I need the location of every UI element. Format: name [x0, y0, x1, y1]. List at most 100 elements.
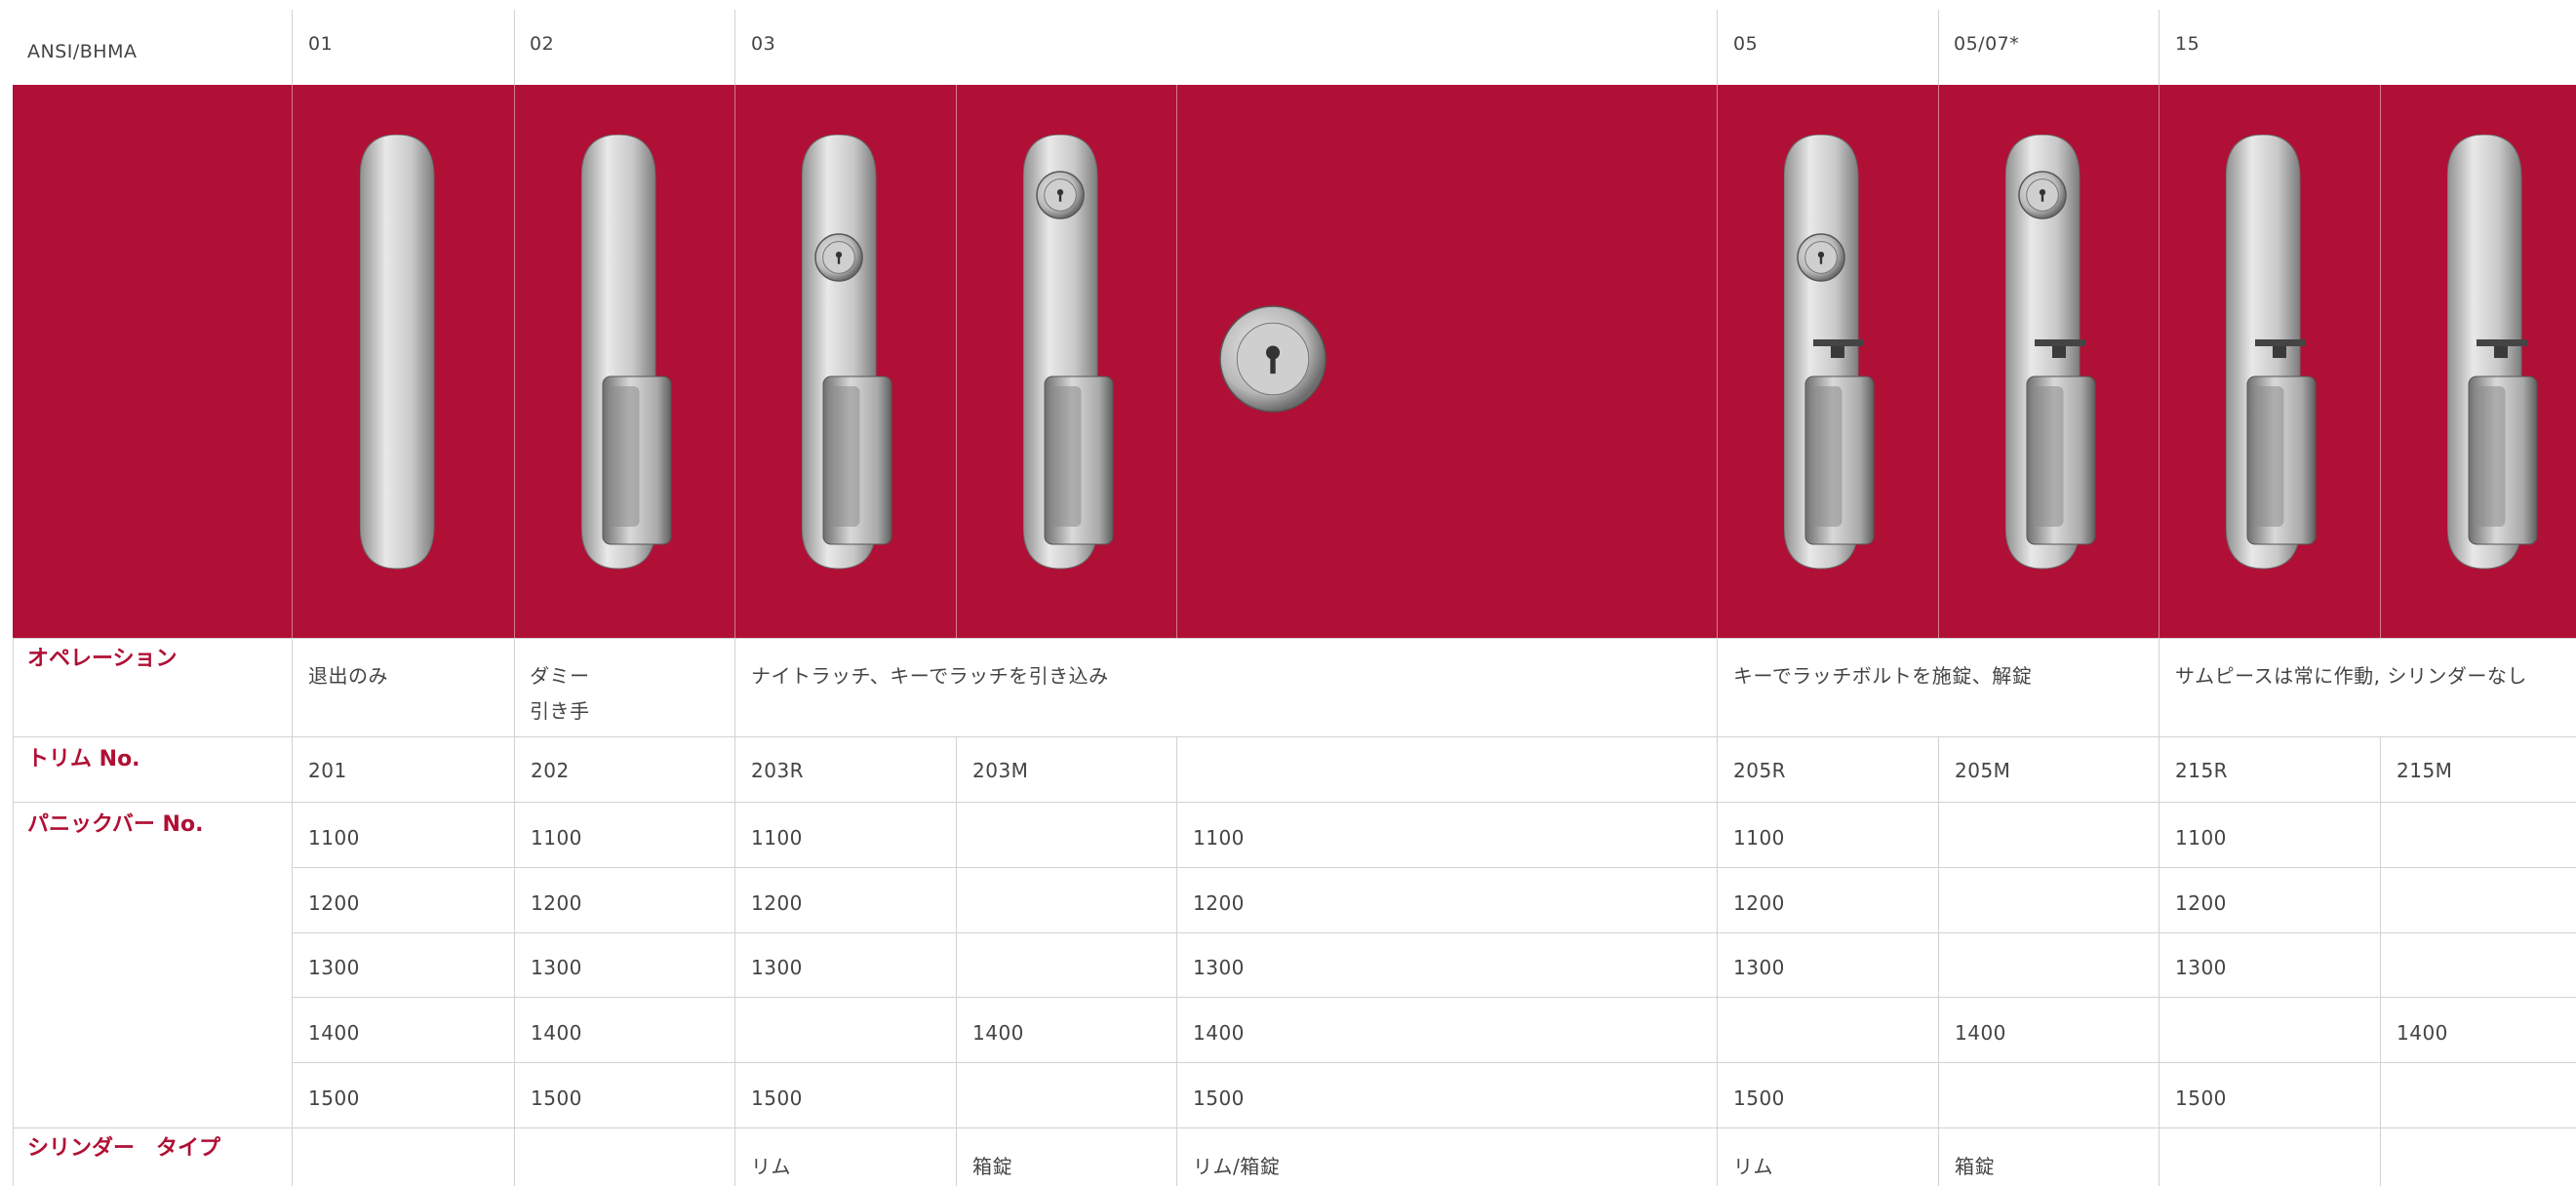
panic-bar-cell: 1200	[1193, 891, 1245, 915]
trim-number-cell: 203M	[972, 759, 1029, 782]
cylinder-thumbturn-pull-icon	[1784, 135, 1875, 570]
band-divider	[292, 85, 293, 638]
trim-number-cell: 215M	[2397, 759, 2453, 782]
grid-horizontal-rule	[13, 638, 2576, 639]
grid-horizontal-rule	[13, 736, 2576, 737]
code-03: 03	[751, 33, 776, 55]
grid-vertical-rule	[2159, 638, 2160, 1186]
ansi-header: ANSI/BHMA	[27, 41, 138, 62]
grid-horizontal-rule	[292, 867, 2576, 868]
plain-pull-plate-icon	[360, 135, 435, 570]
panic-bar-cell: 1500	[308, 1087, 360, 1110]
trim-number-cell: 202	[531, 759, 570, 782]
grid-vertical-rule	[1938, 10, 1939, 85]
cylinder-type-cell: 箱錠	[972, 1155, 1012, 1178]
code-05: 05	[1733, 33, 1759, 55]
panic-bar-cell: 1200	[2175, 891, 2227, 915]
panic-bar-cell: 1500	[531, 1087, 582, 1110]
panic-bar-cell: 1500	[1193, 1087, 1245, 1110]
cylinder-type-cell: リム	[751, 1155, 791, 1178]
code-15: 15	[2175, 33, 2200, 55]
panic-bar-cell: 1400	[308, 1021, 360, 1045]
operation-02-line1: ダミー	[530, 664, 590, 688]
panic-bar-cell: 1100	[531, 826, 582, 850]
cylinder-pull-icon	[802, 135, 892, 570]
operation-05: キーでラッチボルトを施錠、解錠	[1733, 664, 2033, 688]
grid-vertical-rule	[1717, 10, 1718, 85]
panic-bar-cell: 1300	[531, 956, 582, 979]
cylinder-top-thumbturn-pull-icon	[2005, 135, 2096, 570]
label-cylinder-type: シリンダー タイプ	[27, 1136, 221, 1161]
panic-bar-cell: 1400	[2397, 1021, 2448, 1045]
cylinder-top-pull-icon	[1023, 135, 1114, 570]
grid-vertical-rule	[292, 638, 293, 1186]
band-divider	[1176, 85, 1177, 638]
grid-vertical-rule	[2380, 736, 2381, 1186]
grid-vertical-rule	[13, 638, 14, 1186]
band-divider	[514, 85, 515, 638]
grid-vertical-rule	[734, 10, 735, 85]
band-divider	[2380, 85, 2381, 638]
grid-horizontal-rule	[13, 802, 2576, 803]
panic-bar-cell: 1200	[1733, 891, 1785, 915]
grid-vertical-rule	[514, 10, 515, 85]
panic-bar-cell: 1100	[2175, 826, 2227, 850]
grid-vertical-rule	[734, 638, 735, 1186]
panic-bar-cell: 1500	[751, 1087, 803, 1110]
trim-number-cell: 201	[308, 759, 347, 782]
cylinder-type-cell: リム	[1733, 1155, 1773, 1178]
panic-bar-cell: 1300	[1733, 956, 1785, 979]
panic-bar-cell: 1200	[751, 891, 803, 915]
band-divider	[1938, 85, 1939, 638]
panic-bar-cell: 1300	[2175, 956, 2227, 979]
grid-vertical-rule	[1938, 736, 1939, 1186]
panic-bar-cell: 1100	[1733, 826, 1785, 850]
label-trim-no: トリム No.	[27, 747, 140, 771]
panic-bar-cell: 1500	[1733, 1087, 1785, 1110]
cylinder-type-cell: リム/箱錠	[1193, 1155, 1281, 1178]
operation-02-line2: 引き手	[530, 699, 590, 723]
trim-number-cell: 205M	[1955, 759, 2011, 782]
panic-bar-cell: 1100	[1193, 826, 1245, 850]
thumbturn-pull-icon	[2226, 135, 2317, 570]
grid-vertical-rule	[956, 736, 957, 1186]
panic-bar-cell: 1300	[751, 956, 803, 979]
panic-bar-cell: 1400	[1955, 1021, 2006, 1045]
rim-cylinder-icon	[1219, 305, 1327, 413]
panic-bar-cell: 1300	[308, 956, 360, 979]
label-operation: オペレーション	[27, 647, 178, 671]
pull-handle-icon	[581, 135, 672, 570]
code-05-07: 05/07*	[1954, 33, 2020, 55]
grid-vertical-rule	[292, 10, 293, 85]
panic-bar-cell: 1100	[308, 826, 360, 850]
code-01: 01	[308, 33, 334, 55]
panic-bar-cell: 1200	[308, 891, 360, 915]
cylinder-type-cell: 箱錠	[1955, 1155, 1995, 1178]
panic-bar-cell: 1200	[531, 891, 582, 915]
trim-number-cell: 203R	[751, 759, 805, 782]
thumbturn-pull-icon	[2447, 135, 2538, 570]
operation-01: 退出のみ	[308, 664, 388, 688]
grid-vertical-rule	[1717, 638, 1718, 1186]
band-divider	[734, 85, 735, 638]
panic-bar-cell: 1100	[751, 826, 803, 850]
grid-vertical-rule	[1176, 736, 1177, 1186]
operation-15: サムピースは常に作動, シリンダーなし	[2175, 664, 2527, 688]
grid-vertical-rule	[514, 638, 515, 1186]
trim-number-cell: 215R	[2175, 759, 2229, 782]
grid-horizontal-rule	[292, 932, 2576, 933]
grid-horizontal-rule	[292, 1062, 2576, 1063]
panic-bar-cell: 1400	[531, 1021, 582, 1045]
band-divider	[956, 85, 957, 638]
trim-spec-table: ANSI/BHMA 01 02 03 05 05/07* 15 オペレーション …	[13, 0, 2576, 1186]
band-divider	[1717, 85, 1718, 638]
panic-bar-cell: 1400	[1193, 1021, 1245, 1045]
label-panic-bar: パニックバー No.	[27, 812, 204, 837]
band-divider	[2159, 85, 2160, 638]
panic-bar-cell: 1400	[972, 1021, 1024, 1045]
trim-number-cell: 205R	[1733, 759, 1787, 782]
panic-bar-cell: 1300	[1193, 956, 1245, 979]
grid-horizontal-rule	[292, 997, 2576, 998]
grid-horizontal-rule	[13, 1127, 2576, 1128]
grid-vertical-rule	[2159, 10, 2160, 85]
